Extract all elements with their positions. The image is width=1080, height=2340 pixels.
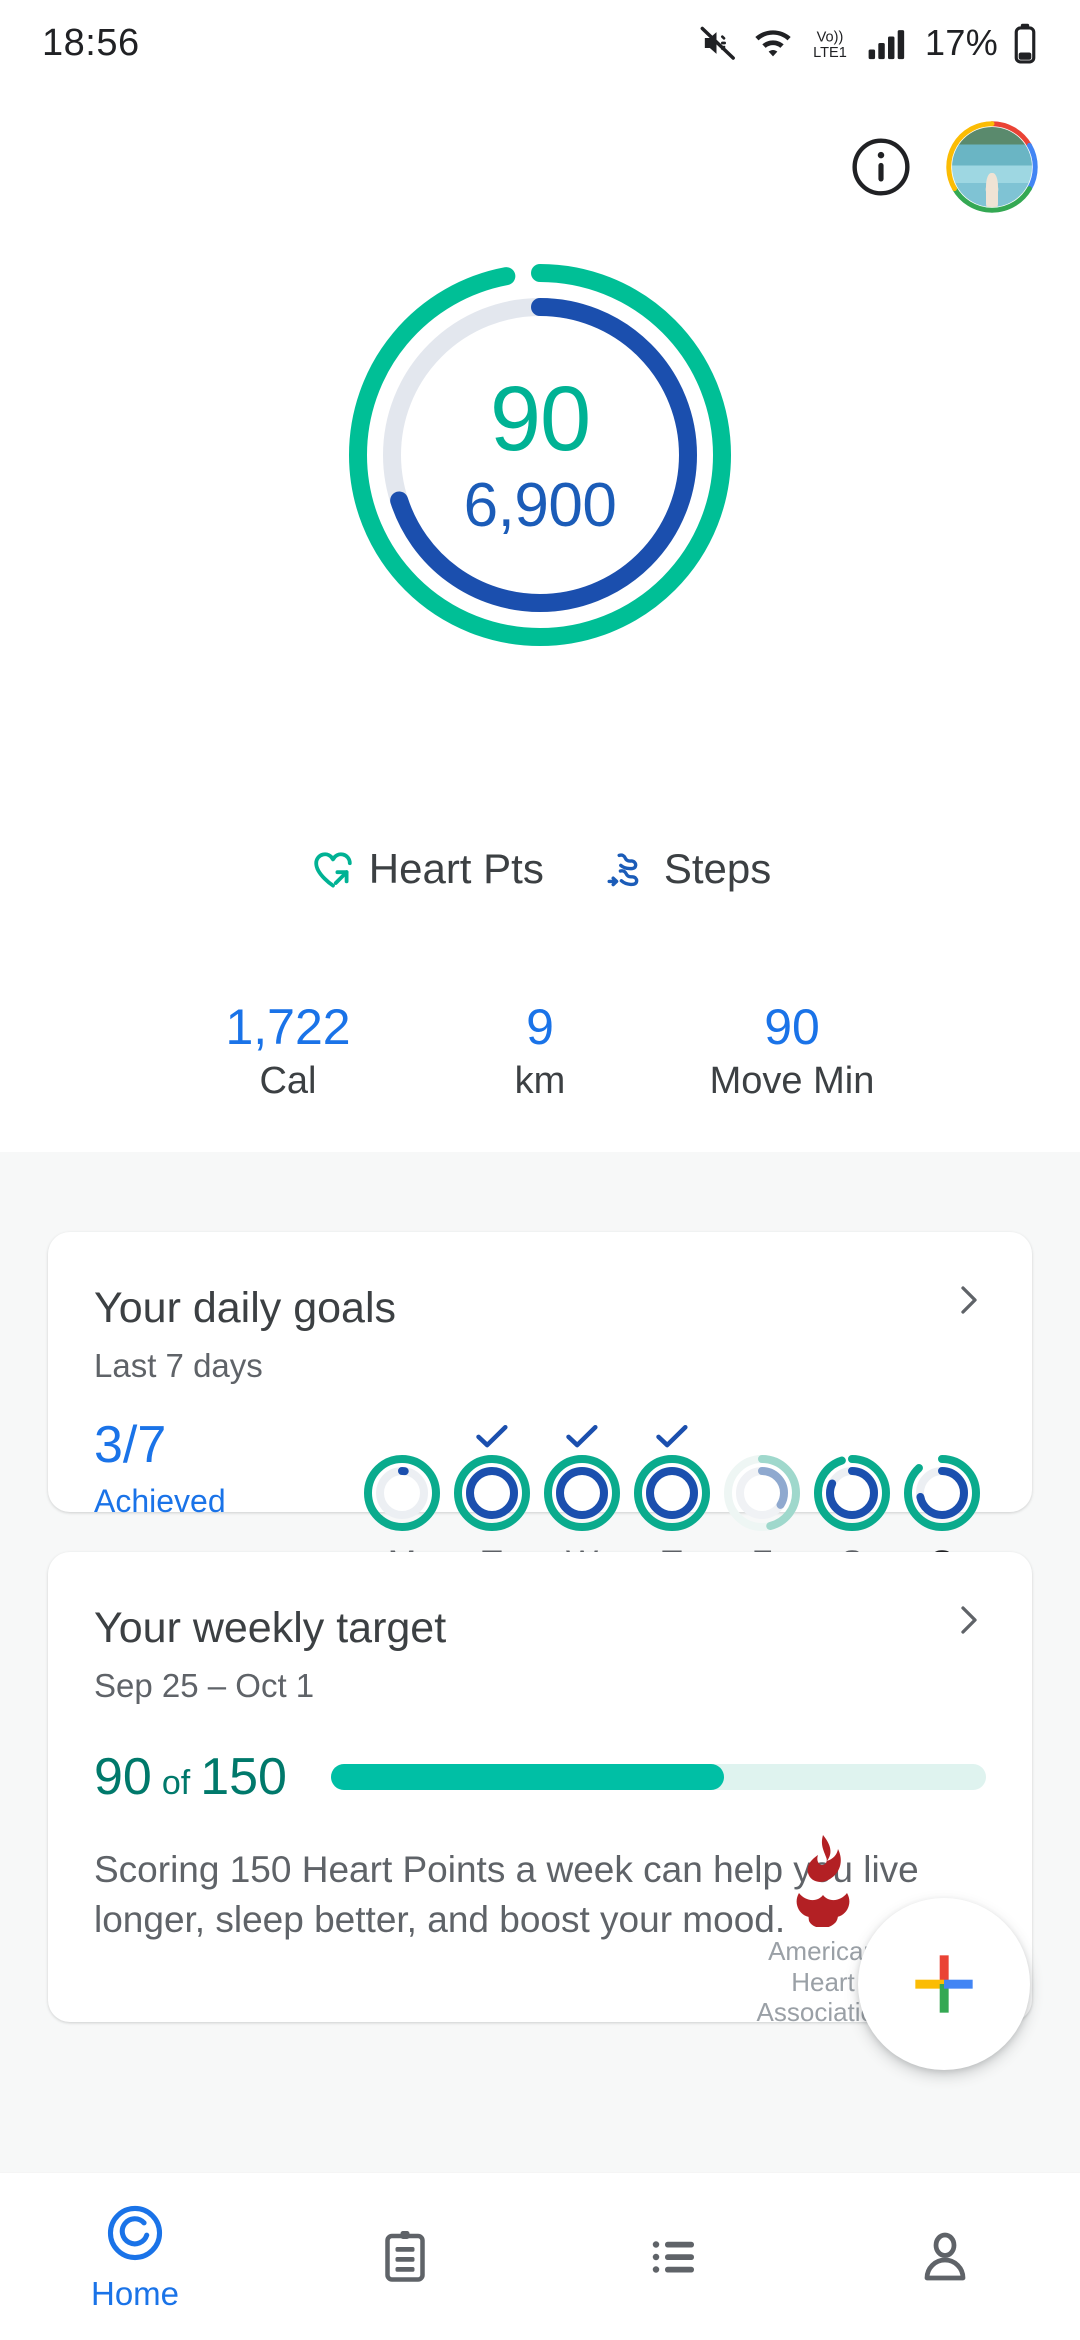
daily-goals-achieved-label: Achieved xyxy=(94,1483,226,1519)
battery-icon xyxy=(1014,23,1036,64)
nav-item-home-label: Home xyxy=(90,2274,180,2312)
weekly-target-value: 90 of 150 xyxy=(94,1747,287,1807)
top-actions xyxy=(0,112,1080,222)
signal-icon xyxy=(868,30,905,60)
info-icon xyxy=(852,138,910,196)
daily-goals-fraction: 3/7 xyxy=(94,1416,167,1474)
legend-steps-label: Steps xyxy=(663,845,772,892)
add-icon xyxy=(915,1955,973,2013)
avatar[interactable] xyxy=(946,121,1038,213)
avatar-photo xyxy=(952,127,1032,207)
day-achieved-check xyxy=(632,1419,712,1453)
profile-icon xyxy=(924,2232,966,2280)
day-achieved-check xyxy=(722,1419,802,1453)
weekly-target-progress-row: 90 of 150 xyxy=(48,1747,1032,1807)
status-bar: 18:56 Vo)) LTE1 17% xyxy=(0,0,1080,86)
day-achieved-check xyxy=(902,1419,982,1453)
weekly-target-header: Your weekly target Sep 25 – Oct 1 xyxy=(48,1604,1032,1705)
stat-move-min[interactable]: 90 Move Min xyxy=(666,1000,918,1103)
weekly-target-goal: 150 xyxy=(200,1748,287,1806)
nav-item-home[interactable]: Home xyxy=(0,2201,270,2313)
check-icon xyxy=(566,1424,598,1448)
battery-percent-label: 17% xyxy=(925,22,998,63)
daily-goals-subtitle: Last 7 days xyxy=(94,1347,263,1384)
bottom-navigation: Home xyxy=(0,2172,1080,2340)
status-icons: Vo)) LTE1 17% xyxy=(699,22,1038,64)
daily-goals-header: Your daily goals Last 7 days xyxy=(48,1284,1032,1385)
stat-distance-unit: km xyxy=(514,1060,566,1102)
day-ring-graphic xyxy=(364,1455,440,1531)
info-button[interactable] xyxy=(850,136,912,198)
volte-icon: Vo)) LTE1 xyxy=(813,29,847,61)
stat-distance[interactable]: 9 km xyxy=(414,1000,666,1103)
ring-legend: Heart Pts Steps xyxy=(0,845,1080,893)
legend-heart-pts-label: Heart Pts xyxy=(368,845,544,892)
daily-goals-title: Your daily goals xyxy=(94,1284,397,1332)
stat-calories-unit: Cal xyxy=(259,1060,317,1102)
daily-stats: 1,722 Cal 9 km 90 Move Min xyxy=(0,1000,1080,1103)
day-achieved-check xyxy=(542,1419,622,1453)
nav-item-list[interactable] xyxy=(540,2227,810,2287)
stat-calories-value: 1,722 xyxy=(225,999,351,1055)
day-ring-graphic xyxy=(814,1455,890,1531)
mute-icon xyxy=(700,26,735,60)
nav-item-journal[interactable] xyxy=(270,2227,540,2287)
weekly-target-subtitle: Sep 25 – Oct 1 xyxy=(94,1667,315,1704)
weekly-target-progress-fill xyxy=(330,1764,724,1790)
day-ring-graphic xyxy=(904,1455,980,1531)
svg-text:Vo)): Vo)) xyxy=(817,29,844,45)
daily-goals-achieved: 3/7 Achieved xyxy=(82,1419,362,1520)
nav-item-profile[interactable] xyxy=(810,2227,1080,2287)
weekly-target-title: Your weekly target xyxy=(94,1604,447,1652)
list-icon xyxy=(652,2240,694,2273)
check-icon xyxy=(476,1424,508,1448)
weekly-target-of: of xyxy=(161,1764,191,1802)
heart-arrow-icon xyxy=(314,852,352,888)
weekly-target-progress-track xyxy=(330,1764,986,1790)
activity-ring[interactable]: 90 6,900 xyxy=(340,255,740,655)
home-ring-icon xyxy=(107,2205,163,2260)
day-ring-graphic xyxy=(544,1455,620,1531)
journal-icon xyxy=(385,2230,425,2282)
shoe-icon xyxy=(607,853,639,887)
chevron-right-icon[interactable] xyxy=(948,1600,988,1640)
day-ring-graphic xyxy=(724,1455,800,1531)
stat-move-min-unit: Move Min xyxy=(709,1060,875,1102)
status-time: 18:56 xyxy=(42,21,140,64)
day-achieved-check xyxy=(812,1419,892,1453)
legend-steps[interactable]: Steps xyxy=(604,845,771,893)
check-icon xyxy=(656,1424,688,1448)
wifi-icon xyxy=(755,30,791,57)
day-ring-graphic xyxy=(634,1455,710,1531)
weekly-target-current: 90 xyxy=(94,1748,152,1806)
svg-text:LTE1: LTE1 xyxy=(813,45,847,61)
aha-flame-icon xyxy=(796,1834,850,1929)
day-ring-graphic xyxy=(454,1455,530,1531)
add-activity-fab[interactable] xyxy=(858,1898,1030,2070)
daily-goals-card[interactable]: Your daily goals Last 7 days 3/7 Achieve… xyxy=(48,1232,1032,1582)
stat-move-min-value: 90 xyxy=(764,999,820,1055)
chevron-right-icon[interactable] xyxy=(948,1280,988,1320)
day-achieved-check xyxy=(362,1419,442,1453)
day-achieved-check xyxy=(452,1419,532,1453)
stat-distance-value: 9 xyxy=(526,999,554,1055)
heart-points-ring-progress xyxy=(349,264,731,646)
legend-heart-pts[interactable]: Heart Pts xyxy=(309,845,544,893)
stat-calories[interactable]: 1,722 Cal xyxy=(162,1000,414,1103)
